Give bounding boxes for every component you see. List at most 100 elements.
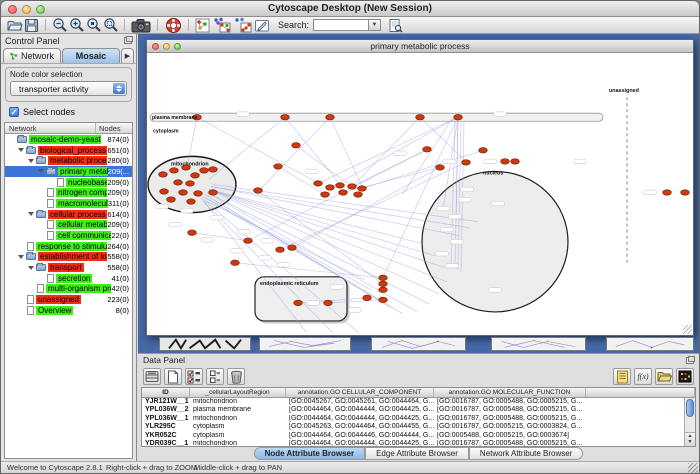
- network-canvas[interactable]: plasma membranecytoplasmmitochondrionnuc…: [147, 53, 693, 335]
- minimized-window-thumbnail[interactable]: [606, 337, 694, 351]
- column-header[interactable]: annotation.GO CELLULAR_COMPONENT: [286, 388, 434, 397]
- tree-row-secretion[interactable]: secretion41(0): [5, 273, 132, 284]
- network-node[interactable]: [501, 159, 510, 164]
- zoom-out-icon[interactable]: [51, 18, 68, 33]
- network-node[interactable]: [363, 295, 372, 300]
- help-icon[interactable]: [163, 18, 183, 33]
- function-builder-icon[interactable]: f(x): [634, 368, 652, 385]
- network-node[interactable]: [288, 245, 297, 250]
- network-node[interactable]: [209, 167, 218, 172]
- network-view-window[interactable]: primary metabolic process plasma membran…: [146, 39, 694, 336]
- tree-row-macromolecule[interactable]: macromolecule311(0): [5, 198, 132, 209]
- network-node[interactable]: [244, 238, 253, 243]
- unselect-attributes-icon[interactable]: [206, 368, 224, 385]
- network-node[interactable]: [339, 190, 348, 195]
- network-node[interactable]: [274, 164, 283, 169]
- tree-row-cellular-process[interactable]: cellular process614(0): [5, 209, 132, 220]
- network-edge[interactable]: [209, 189, 447, 281]
- tab-edge-attribute-browser[interactable]: Edge Attribute Browser: [365, 447, 469, 460]
- network-node[interactable]: [281, 115, 290, 120]
- canvas-resize-grip[interactable]: [683, 325, 692, 334]
- zoom-fit-icon[interactable]: [102, 18, 119, 33]
- save-icon[interactable]: [23, 18, 40, 33]
- network-node[interactable]: [423, 147, 432, 152]
- network-node[interactable]: [379, 287, 388, 292]
- network-edge[interactable]: [209, 117, 285, 179]
- network-node[interactable]: [200, 168, 209, 173]
- annotation-icon[interactable]: [253, 18, 270, 33]
- delete-attribute-icon[interactable]: [227, 368, 245, 385]
- expand-triangle-icon[interactable]: [28, 266, 34, 270]
- network-node[interactable]: [358, 186, 367, 191]
- tree-row-unassigned[interactable]: unassigned223(0): [5, 294, 132, 305]
- network-node[interactable]: [436, 165, 445, 170]
- new-attribute-icon[interactable]: [164, 368, 182, 385]
- table-row[interactable]: YLR295Ccytoplasm[GO:0045263, GO:0044464,…: [142, 423, 695, 432]
- network-node[interactable]: [276, 247, 285, 252]
- tree-row-cellular-metabol[interactable]: cellular metabol209(0): [5, 220, 132, 231]
- plasma-membrane-region[interactable]: [150, 113, 603, 121]
- attribute-editor-icon[interactable]: [613, 368, 631, 385]
- tab-scroll-right-icon[interactable]: ▶: [121, 48, 134, 63]
- network-node[interactable]: [159, 172, 168, 177]
- network-node[interactable]: [314, 181, 323, 186]
- column-header[interactable]: ID: [142, 388, 190, 397]
- network-node[interactable]: [681, 190, 690, 195]
- expand-triangle-icon[interactable]: [18, 255, 24, 259]
- snapshot-icon[interactable]: [130, 18, 152, 33]
- network-node[interactable]: [188, 230, 197, 235]
- network-node[interactable]: [324, 300, 333, 305]
- tab-mosaic[interactable]: Mosaic: [62, 48, 120, 63]
- network-edge[interactable]: [318, 117, 458, 183]
- network-node[interactable]: [294, 300, 303, 305]
- network-view-icon[interactable]: [194, 18, 211, 33]
- tree-row-transport[interactable]: transport558(0): [5, 262, 132, 273]
- network-node[interactable]: [336, 183, 345, 188]
- zoom-in-icon[interactable]: [68, 18, 85, 33]
- network-node[interactable]: [194, 191, 203, 196]
- network-node[interactable]: [379, 297, 388, 302]
- table-row[interactable]: YPL036W__1mitochondrion[GO:0044464, GO:0…: [142, 415, 695, 424]
- column-header[interactable]: annotation.GO MOLECULAR_FUNCTION: [434, 388, 586, 397]
- tree-row-response-to-stimulu[interactable]: response to stimulu264(0): [5, 241, 132, 252]
- tree-row-establishment-of-lo[interactable]: establishment of lo558(0): [5, 252, 132, 263]
- network-node[interactable]: [511, 159, 520, 164]
- network-node[interactable]: [326, 185, 335, 190]
- expand-triangle-icon[interactable]: [28, 159, 34, 163]
- network-node[interactable]: [379, 281, 388, 286]
- search-input[interactable]: [313, 19, 368, 31]
- column-header[interactable]: _cellularLayoutRegion: [190, 388, 286, 397]
- network-node[interactable]: [170, 168, 179, 173]
- layout-edges-icon[interactable]: [232, 18, 253, 33]
- table-row[interactable]: YJR121W__1mitochondrion[GO:0045267, GO:0…: [142, 398, 695, 407]
- matrix-view-icon[interactable]: [676, 368, 694, 385]
- title-bar[interactable]: Cytoscape Desktop (New Session): [1, 1, 699, 17]
- network-node[interactable]: [174, 180, 183, 185]
- network-node[interactable]: [321, 192, 330, 197]
- tree-row-biological-process[interactable]: biological_process651(0): [5, 145, 132, 156]
- tab-network-attribute-browser[interactable]: Network Attribute Browser: [469, 447, 583, 460]
- float-data-panel-icon[interactable]: [686, 357, 694, 364]
- table-row[interactable]: YPL036W__2plasma membrane[GO:0044464, GO…: [142, 406, 695, 415]
- network-edge[interactable]: [259, 117, 330, 190]
- network-node[interactable]: [187, 199, 196, 204]
- network-edge[interactable]: [203, 197, 371, 290]
- tree-row-nitrogen-compo[interactable]: nitrogen compo209(0): [5, 187, 132, 198]
- expand-triangle-icon[interactable]: [28, 212, 34, 216]
- scrollbar-thumb[interactable]: [686, 399, 694, 417]
- tree-row-metabolic-process[interactable]: metabolic process280(0): [5, 155, 132, 166]
- select-nodes-checkbox[interactable]: ✓: [9, 107, 19, 117]
- network-node[interactable]: [416, 115, 425, 120]
- network-node[interactable]: [326, 115, 335, 120]
- network-node[interactable]: [231, 260, 240, 265]
- network-edge[interactable]: [211, 186, 459, 235]
- minimized-window-thumbnail[interactable]: [491, 337, 586, 351]
- search-dropdown-button[interactable]: ▼: [368, 19, 381, 31]
- attribute-table-icon[interactable]: [143, 368, 161, 385]
- minimized-window-thumbnail[interactable]: [159, 337, 251, 351]
- network-node[interactable]: [191, 173, 200, 178]
- tree-row-mosaic-demo-yeast[interactable]: mosaic-demo-yeast874(0): [5, 134, 132, 145]
- network-node[interactable]: [462, 160, 471, 165]
- network-edge[interactable]: [235, 263, 383, 278]
- window-resize-grip[interactable]: [688, 463, 698, 473]
